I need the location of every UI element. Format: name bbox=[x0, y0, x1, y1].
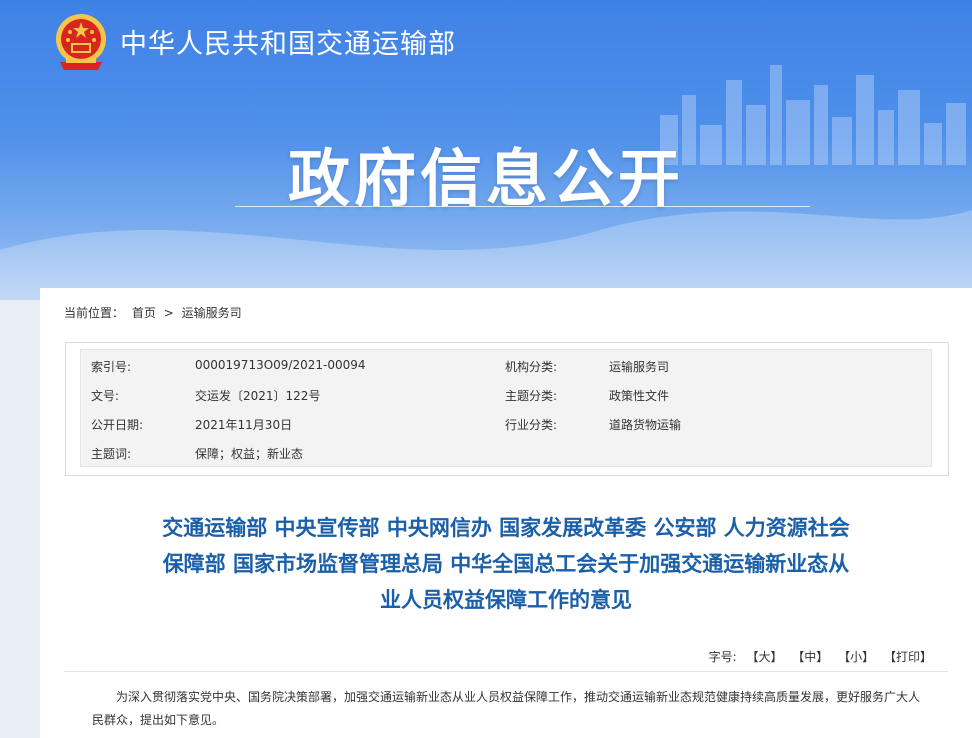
breadcrumb-separator: > bbox=[163, 306, 174, 320]
font-size-small-button[interactable]: 【小】 bbox=[838, 650, 874, 664]
metadata-table: 索引号: 000019713O09/2021-00094 机构分类: 运输服务司… bbox=[80, 349, 932, 467]
document-title: 交通运输部 中央宣传部 中央网信办 国家发展改革委 公安部 人力资源社会 保障部… bbox=[80, 510, 932, 618]
banner-divider bbox=[235, 206, 810, 207]
keywords-value: 保障；权益；新业态 bbox=[195, 447, 304, 461]
print-button[interactable]: 【打印】 bbox=[884, 650, 932, 664]
date-label: 公开日期: bbox=[91, 418, 144, 432]
docno-value: 交运发〔2021〕122号 bbox=[195, 389, 321, 403]
font-size-controls: 字号: 【大】 【中】 【小】 【打印】 bbox=[709, 648, 932, 665]
content-divider bbox=[64, 671, 948, 672]
ministry-name[interactable]: 中华人民共和国交通运输部 bbox=[120, 22, 456, 61]
breadcrumb: 当前位置： 首页 > 运输服务司 bbox=[64, 304, 246, 321]
industry-label: 行业分类: bbox=[505, 418, 558, 432]
index-label: 索引号: bbox=[91, 360, 132, 374]
font-size-label: 字号: bbox=[708, 650, 737, 664]
banner-title: 政府信息公开 bbox=[287, 142, 684, 215]
org-label: 机构分类: bbox=[505, 360, 558, 374]
topic-value: 政策性文件 bbox=[609, 389, 670, 403]
date-value: 2021年11月30日 bbox=[195, 418, 293, 432]
national-emblem-icon bbox=[56, 14, 106, 70]
org-value: 运输服务司 bbox=[609, 360, 670, 374]
font-size-medium-button[interactable]: 【中】 bbox=[792, 650, 828, 664]
breadcrumb-home-link[interactable]: 首页 bbox=[132, 306, 156, 320]
breadcrumb-prefix: 当前位置： bbox=[64, 306, 125, 320]
document-title-line: 交通运输部 中央宣传部 中央网信办 国家发展改革委 公安部 人力资源社会 bbox=[162, 516, 850, 540]
industry-value: 道路货物运输 bbox=[609, 418, 682, 432]
font-size-large-button[interactable]: 【大】 bbox=[746, 650, 782, 664]
header-banner: 中华人民共和国交通运输部 政府信息公开 bbox=[0, 0, 972, 300]
document-title-line: 业人员权益保障工作的意见 bbox=[380, 588, 632, 612]
document-title-line: 保障部 国家市场监督管理总局 中华全国总工会关于加强交通运输新业态从 bbox=[162, 552, 850, 576]
breadcrumb-current-link[interactable]: 运输服务司 bbox=[182, 306, 242, 320]
document-body-paragraph: 为深入贯彻落实党中央、国务院决策部署，加强交通运输新业态从业人员权益保障工作，推… bbox=[92, 690, 921, 727]
docno-label: 文号: bbox=[91, 389, 120, 403]
keywords-label: 主题词: bbox=[91, 447, 132, 461]
main-content: 当前位置： 首页 > 运输服务司 索引号: 000019713O09/2021-… bbox=[40, 288, 972, 738]
topic-label: 主题分类: bbox=[505, 389, 558, 403]
index-value: 000019713O09/2021-00094 bbox=[195, 358, 366, 372]
document-metadata-box: 索引号: 000019713O09/2021-00094 机构分类: 运输服务司… bbox=[65, 342, 949, 476]
